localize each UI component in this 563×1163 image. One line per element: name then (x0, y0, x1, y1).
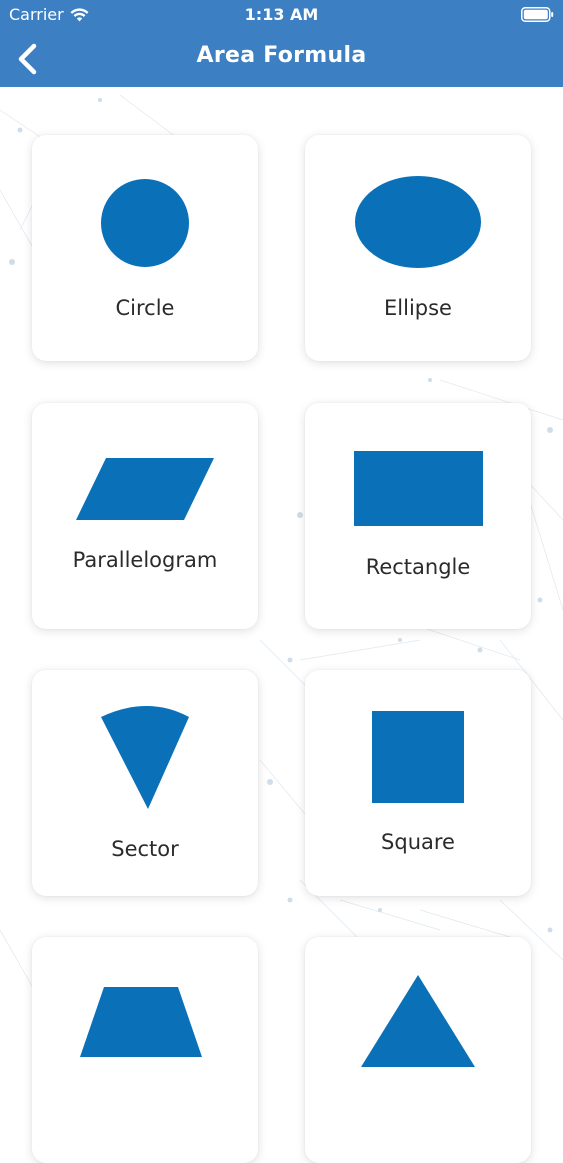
square-icon (372, 711, 464, 803)
triangle-icon (361, 975, 475, 1067)
battery-icon (521, 7, 554, 22)
sector-icon (101, 706, 189, 809)
shape-card-label: Square (381, 830, 455, 854)
trapezoid-icon (80, 987, 202, 1057)
shape-card-label: Ellipse (384, 296, 452, 320)
shape-card-ellipse[interactable]: Ellipse (305, 135, 531, 361)
status-time: 1:13 AM (244, 5, 319, 24)
shape-card-sector[interactable]: Sector (32, 670, 258, 896)
shape-card-label: Parallelogram (72, 548, 218, 572)
shape-card-parallelogram[interactable]: Parallelogram (32, 403, 258, 629)
shape-card-label: Sector (111, 837, 179, 861)
ellipse-icon (355, 176, 481, 268)
shape-card-circle[interactable]: Circle (32, 135, 258, 361)
shape-card-label: Rectangle (365, 555, 471, 579)
shape-card-triangle[interactable] (305, 937, 531, 1163)
rectangle-icon (354, 451, 483, 526)
shape-card-square[interactable]: Square (305, 670, 531, 896)
shape-card-label: Circle (115, 296, 175, 320)
navigation-bar: Area Formula (0, 30, 563, 87)
circle-icon (101, 179, 189, 267)
status-bar: Carrier 1:13 AM (0, 0, 563, 30)
shape-card-trapezoid[interactable] (32, 937, 258, 1163)
shape-card-rectangle[interactable]: Rectangle (305, 403, 531, 629)
page-title: Area Formula (196, 43, 367, 68)
parallelogram-icon (76, 458, 214, 520)
